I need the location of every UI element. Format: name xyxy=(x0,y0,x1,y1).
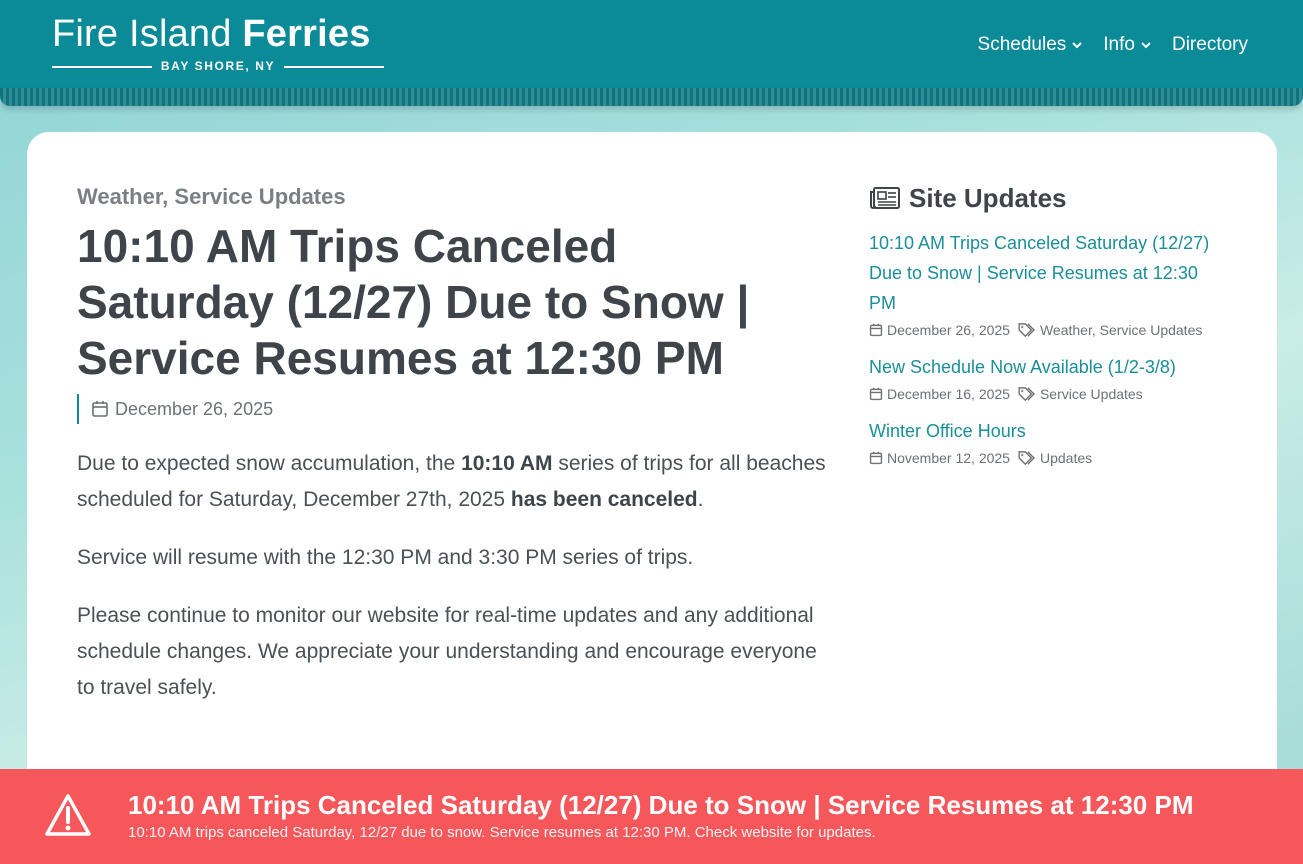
logo-title: Fire Island Ferries xyxy=(52,12,386,56)
p1-text-e: . xyxy=(697,488,704,511)
logo-rule-right xyxy=(284,66,384,68)
sidebar-update-date: December 16, 2025 xyxy=(887,386,1010,402)
alert-subtitle: 10:10 AM trips canceled Saturday, 12/27 … xyxy=(128,824,876,841)
calendar-icon xyxy=(869,451,883,465)
logo-title-light: Fire Island xyxy=(52,13,232,55)
article-date: December 26, 2025 xyxy=(115,398,274,419)
calendar-icon xyxy=(869,387,883,401)
article: Weather, Service Updates 10:10 AM Trips … xyxy=(77,182,837,706)
article-paragraph-2: Service will resume with the 12:30 PM an… xyxy=(77,546,694,569)
site-header: Fire Island Ferries BAY SHORE, NY Schedu… xyxy=(0,0,1303,92)
sidebar-heading-label: Site Updates xyxy=(909,183,1067,213)
site-logo[interactable]: Fire Island Ferries BAY SHORE, NY xyxy=(52,12,386,74)
nav-schedules[interactable]: Schedules xyxy=(978,32,1084,58)
content-card: Weather, Service Updates 10:10 AM Trips … xyxy=(27,132,1277,832)
sidebar-update-meta: December 26, 2025 Weather, Service Updat… xyxy=(869,320,1229,340)
calendar-icon xyxy=(92,401,108,417)
sidebar-update-tags[interactable]: Service Updates xyxy=(1040,384,1143,404)
article-meta: December 26, 2025 xyxy=(77,394,837,424)
sidebar-update-link[interactable]: New Schedule Now Available (1/2-3/8) xyxy=(869,352,1229,382)
sidebar-update-tags[interactable]: Updates xyxy=(1040,448,1092,468)
site-updates-sidebar: Site Updates 10:10 AM Trips Canceled Sat… xyxy=(869,180,1229,468)
article-paragraph-3: Please continue to monitor our website f… xyxy=(77,604,817,699)
logo-rule-left xyxy=(52,66,152,68)
article-category[interactable]: Weather, Service Updates xyxy=(77,182,837,212)
nav-info-label: Info xyxy=(1103,34,1135,55)
sidebar-update-link[interactable]: Winter Office Hours xyxy=(869,416,1229,446)
tag-icon xyxy=(1018,451,1035,465)
article-paragraph-1: Due to expected snow accumulation, the 1… xyxy=(77,446,827,518)
warning-icon xyxy=(45,794,91,836)
sidebar-update-meta: November 12, 2025 Updates xyxy=(869,448,1229,468)
sidebar-heading: Site Updates xyxy=(869,180,1229,216)
chevron-down-icon xyxy=(1141,42,1151,49)
sidebar-update-link[interactable]: 10:10 AM Trips Canceled Saturday (12/27)… xyxy=(869,228,1229,318)
sidebar-update-item: 10:10 AM Trips Canceled Saturday (12/27)… xyxy=(869,228,1229,340)
sidebar-update-date: December 26, 2025 xyxy=(887,322,1010,338)
logo-location: BAY SHORE, NY xyxy=(160,59,276,73)
newspaper-icon xyxy=(870,187,900,209)
alert-title: 10:10 AM Trips Canceled Saturday (12/27)… xyxy=(128,790,1194,820)
nav-directory-label: Directory xyxy=(1171,34,1248,55)
p1-text-a: Due to expected snow accumulation, the xyxy=(77,452,462,475)
main-nav: Schedules Info Directory xyxy=(978,32,1248,58)
p1-bold-canceled: has been canceled xyxy=(510,488,698,511)
nav-info[interactable]: Info xyxy=(1103,32,1152,58)
sidebar-update-item: New Schedule Now Available (1/2-3/8) Dec… xyxy=(869,352,1229,404)
logo-title-bold: Ferries xyxy=(242,13,371,55)
logo-subline: BAY SHORE, NY xyxy=(52,58,384,74)
alert-banner[interactable]: 10:10 AM Trips Canceled Saturday (12/27)… xyxy=(0,769,1303,864)
chevron-down-icon xyxy=(1072,42,1082,49)
tag-icon xyxy=(1018,323,1035,337)
p1-bold-time: 10:10 AM xyxy=(461,452,553,475)
calendar-icon xyxy=(869,323,883,337)
sidebar-update-tags[interactable]: Weather, Service Updates xyxy=(1040,320,1202,340)
nav-schedules-label: Schedules xyxy=(977,34,1067,55)
article-title: 10:10 AM Trips Canceled Saturday (12/27)… xyxy=(77,220,750,384)
header-decorative-edge xyxy=(0,88,1303,106)
tag-icon xyxy=(1018,387,1035,401)
sidebar-update-meta: December 16, 2025 Service Updates xyxy=(869,384,1229,404)
sidebar-update-date: November 12, 2025 xyxy=(887,450,1010,466)
sidebar-update-item: Winter Office Hours November 12, 2025 Up… xyxy=(869,416,1229,468)
nav-directory[interactable]: Directory xyxy=(1172,32,1248,58)
